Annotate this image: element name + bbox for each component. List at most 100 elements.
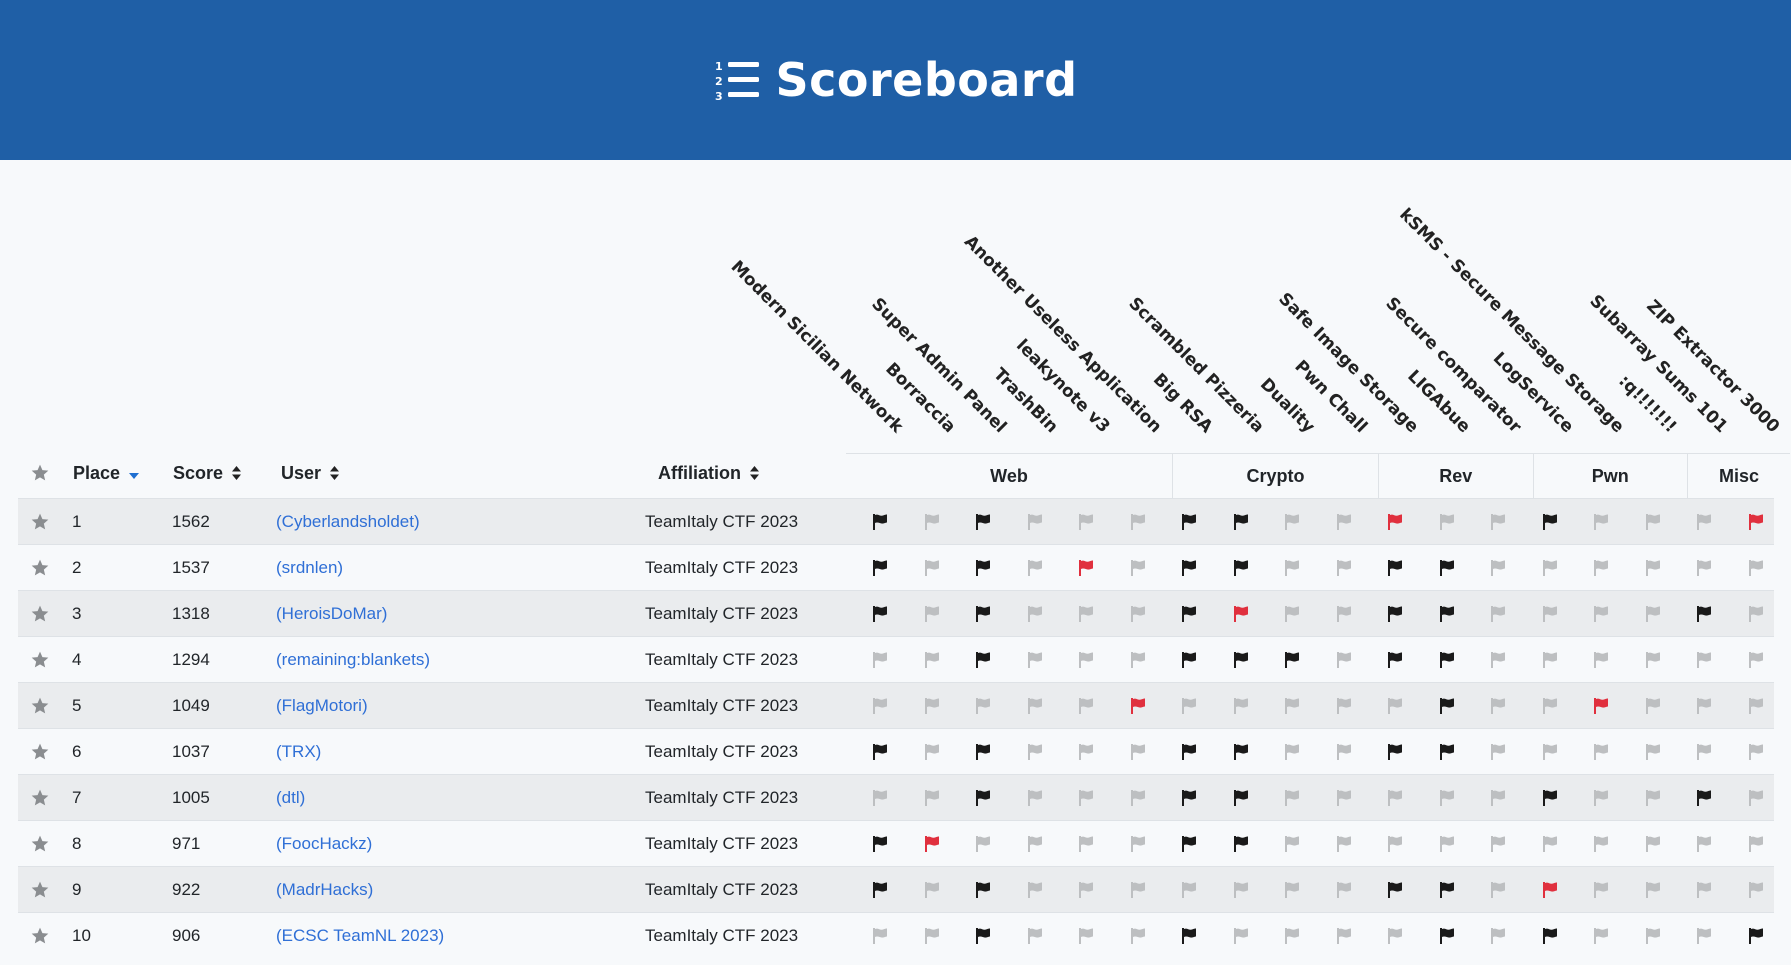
unsolved-flag-icon[interactable] [1695, 835, 1713, 853]
solved-flag-icon[interactable] [871, 881, 889, 899]
solved-flag-icon[interactable] [974, 743, 992, 761]
unsolved-flag-icon[interactable] [1644, 559, 1662, 577]
unsolved-flag-icon[interactable] [1695, 743, 1713, 761]
unsolved-flag-icon[interactable] [923, 881, 941, 899]
unsolved-flag-icon[interactable] [1644, 835, 1662, 853]
unsolved-flag-icon[interactable] [1129, 743, 1147, 761]
unsolved-flag-icon[interactable] [1129, 927, 1147, 945]
unsolved-flag-icon[interactable] [1386, 697, 1404, 715]
unsolved-flag-icon[interactable] [1438, 789, 1456, 807]
unsolved-flag-icon[interactable] [1283, 743, 1301, 761]
unsolved-flag-icon[interactable] [1438, 513, 1456, 531]
unsolved-flag-icon[interactable] [1541, 743, 1559, 761]
unsolved-flag-icon[interactable] [1180, 697, 1198, 715]
star-icon[interactable] [30, 834, 50, 854]
solved-flag-icon[interactable] [1180, 743, 1198, 761]
unsolved-flag-icon[interactable] [1026, 605, 1044, 623]
unsolved-flag-icon[interactable] [1232, 881, 1250, 899]
unsolved-flag-icon[interactable] [1541, 605, 1559, 623]
user-link[interactable]: (ECSC TeamNL 2023) [276, 926, 444, 946]
unsolved-flag-icon[interactable] [1644, 881, 1662, 899]
solved-flag-icon[interactable] [1541, 927, 1559, 945]
unsolved-flag-icon[interactable] [1335, 743, 1353, 761]
unsolved-flag-icon[interactable] [1129, 513, 1147, 531]
unsolved-flag-icon[interactable] [1077, 697, 1095, 715]
unsolved-flag-icon[interactable] [1335, 881, 1353, 899]
unsolved-flag-icon[interactable] [1695, 881, 1713, 899]
unsolved-flag-icon[interactable] [1592, 605, 1610, 623]
unsolved-flag-icon[interactable] [1747, 881, 1765, 899]
solved-flag-icon[interactable] [974, 559, 992, 577]
star-icon[interactable] [30, 650, 50, 670]
first-blood-flag-icon[interactable] [1386, 513, 1404, 531]
solved-flag-icon[interactable] [871, 743, 889, 761]
unsolved-flag-icon[interactable] [1592, 881, 1610, 899]
unsolved-flag-icon[interactable] [1489, 605, 1507, 623]
unsolved-flag-icon[interactable] [1077, 835, 1095, 853]
solved-flag-icon[interactable] [1695, 605, 1713, 623]
solved-flag-icon[interactable] [871, 605, 889, 623]
unsolved-flag-icon[interactable] [1129, 651, 1147, 669]
unsolved-flag-icon[interactable] [1644, 743, 1662, 761]
unsolved-flag-icon[interactable] [1489, 927, 1507, 945]
unsolved-flag-icon[interactable] [1129, 605, 1147, 623]
solved-flag-icon[interactable] [1386, 881, 1404, 899]
solved-flag-icon[interactable] [1438, 881, 1456, 899]
solved-flag-icon[interactable] [871, 835, 889, 853]
unsolved-flag-icon[interactable] [923, 743, 941, 761]
unsolved-flag-icon[interactable] [1695, 697, 1713, 715]
solved-flag-icon[interactable] [1180, 835, 1198, 853]
star-icon[interactable] [30, 512, 50, 532]
solved-flag-icon[interactable] [1180, 651, 1198, 669]
solved-flag-icon[interactable] [1232, 651, 1250, 669]
user-link[interactable]: (FoocHackz) [276, 834, 372, 854]
unsolved-flag-icon[interactable] [1592, 651, 1610, 669]
unsolved-flag-icon[interactable] [1335, 605, 1353, 623]
star-icon[interactable] [30, 742, 50, 762]
user-link[interactable]: (HeroisDoMar) [276, 604, 387, 624]
unsolved-flag-icon[interactable] [1180, 881, 1198, 899]
unsolved-flag-icon[interactable] [1129, 559, 1147, 577]
unsolved-flag-icon[interactable] [1747, 743, 1765, 761]
solved-flag-icon[interactable] [1438, 927, 1456, 945]
solved-flag-icon[interactable] [1180, 927, 1198, 945]
first-blood-flag-icon[interactable] [1232, 605, 1250, 623]
unsolved-flag-icon[interactable] [1335, 559, 1353, 577]
solved-flag-icon[interactable] [1438, 697, 1456, 715]
unsolved-flag-icon[interactable] [1644, 927, 1662, 945]
solved-flag-icon[interactable] [1438, 605, 1456, 623]
unsolved-flag-icon[interactable] [1335, 927, 1353, 945]
solved-flag-icon[interactable] [1180, 559, 1198, 577]
unsolved-flag-icon[interactable] [1077, 605, 1095, 623]
solved-flag-icon[interactable] [1386, 559, 1404, 577]
solved-flag-icon[interactable] [1232, 743, 1250, 761]
first-blood-flag-icon[interactable] [1129, 697, 1147, 715]
unsolved-flag-icon[interactable] [1283, 513, 1301, 531]
unsolved-flag-icon[interactable] [923, 605, 941, 623]
unsolved-flag-icon[interactable] [1489, 789, 1507, 807]
unsolved-flag-icon[interactable] [1283, 835, 1301, 853]
unsolved-flag-icon[interactable] [1489, 881, 1507, 899]
solved-flag-icon[interactable] [1695, 789, 1713, 807]
unsolved-flag-icon[interactable] [1335, 697, 1353, 715]
unsolved-flag-icon[interactable] [1077, 513, 1095, 531]
solved-flag-icon[interactable] [1386, 743, 1404, 761]
solved-flag-icon[interactable] [1232, 513, 1250, 531]
solved-flag-icon[interactable] [1541, 513, 1559, 531]
user-link[interactable]: (remaining:blankets) [276, 650, 430, 670]
unsolved-flag-icon[interactable] [1592, 927, 1610, 945]
unsolved-flag-icon[interactable] [1335, 835, 1353, 853]
unsolved-flag-icon[interactable] [1592, 513, 1610, 531]
unsolved-flag-icon[interactable] [1747, 559, 1765, 577]
solved-flag-icon[interactable] [1180, 789, 1198, 807]
solved-flag-icon[interactable] [974, 651, 992, 669]
star-icon[interactable] [30, 926, 50, 946]
unsolved-flag-icon[interactable] [1026, 651, 1044, 669]
solved-flag-icon[interactable] [974, 881, 992, 899]
unsolved-flag-icon[interactable] [1438, 835, 1456, 853]
unsolved-flag-icon[interactable] [974, 835, 992, 853]
unsolved-flag-icon[interactable] [871, 697, 889, 715]
unsolved-flag-icon[interactable] [1592, 835, 1610, 853]
unsolved-flag-icon[interactable] [923, 559, 941, 577]
unsolved-flag-icon[interactable] [1541, 835, 1559, 853]
